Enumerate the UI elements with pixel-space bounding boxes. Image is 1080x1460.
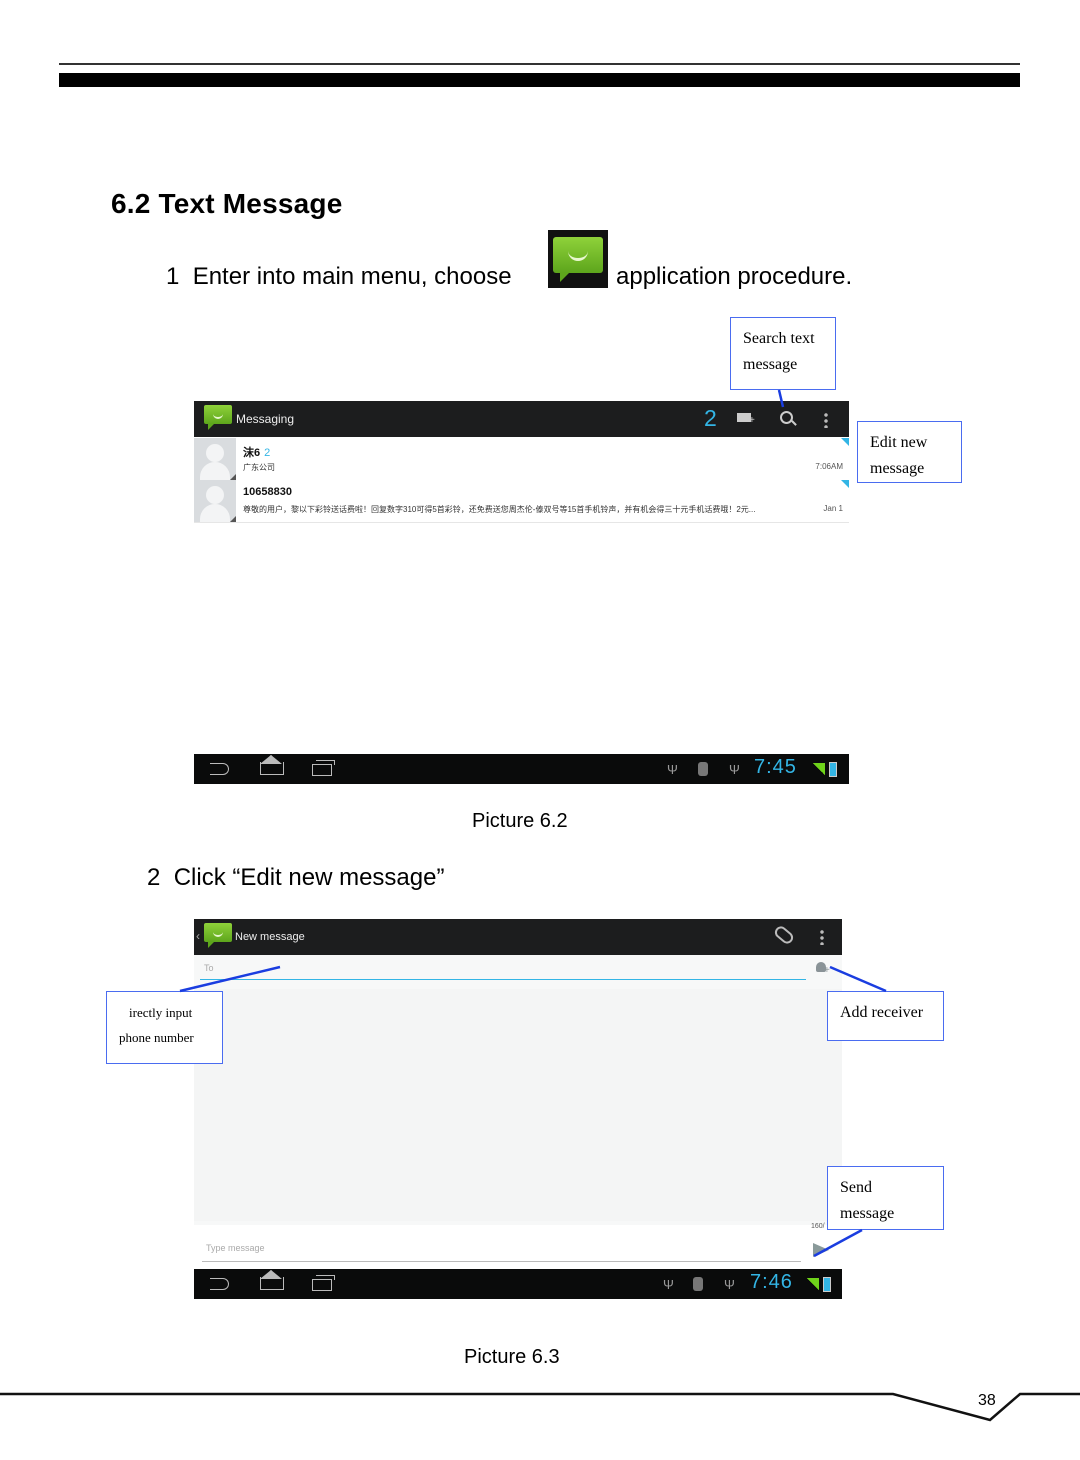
screen-title: New message — [235, 931, 305, 943]
callout-send-message: Send message — [827, 1166, 944, 1230]
compose-area — [194, 989, 842, 1221]
conversation-item[interactable]: 沫6 2 广东公司 7:06AM — [194, 438, 849, 481]
step-number: 2 — [147, 864, 161, 891]
conversation-time: Jan 1 — [823, 504, 843, 513]
overflow-menu-icon[interactable] — [820, 929, 824, 945]
conversation-name: 10658830 — [243, 486, 292, 498]
usb-icon: Ψ — [663, 1277, 674, 1292]
app-title: Messaging — [236, 412, 295, 426]
messaging-app-icon — [204, 405, 232, 430]
home-icon[interactable] — [260, 762, 284, 775]
unread-flag-icon — [841, 438, 849, 446]
signal-icon — [807, 1278, 819, 1290]
avatar — [194, 480, 236, 522]
recent-apps-icon[interactable] — [312, 760, 335, 776]
step-1-continuation: application procedure. — [616, 263, 853, 290]
clock: 7:45 — [754, 756, 797, 778]
action-bar: Messaging 2 — [194, 401, 849, 437]
overflow-menu-icon[interactable] — [824, 412, 828, 428]
callout-search-text-message: Search text message — [730, 317, 836, 390]
system-nav-bar: Ψ Ψ 7:46 — [194, 1269, 842, 1299]
send-icon[interactable] — [813, 1243, 829, 1257]
unread-flag-icon — [841, 480, 849, 488]
search-icon[interactable] — [780, 411, 793, 424]
attach-icon[interactable] — [772, 923, 796, 947]
conversation-item[interactable]: 10658830 尊敬的用户，黎以下彩铃送话费啦！回复数字310可得5首彩铃，还… — [194, 480, 849, 523]
callout-direct-input: irectly input phone number — [106, 991, 223, 1064]
avatar — [194, 438, 236, 480]
step-number: 1 — [166, 263, 180, 290]
message-count: 2 — [264, 447, 271, 459]
conversation-snippet: 尊敬的用户，黎以下彩铃送话费啦！回复数字310可得5首彩铃，还免费送您周杰伦-傣… — [243, 505, 756, 514]
picture-caption: Picture 6.3 — [464, 1346, 560, 1368]
action-bar: ‹ New message — [194, 919, 842, 955]
add-receiver-icon[interactable] — [816, 962, 830, 976]
page-number: 38 — [978, 1392, 996, 1409]
battery-icon — [829, 762, 837, 777]
messaging-app-icon — [204, 923, 232, 948]
back-icon[interactable] — [210, 1278, 229, 1290]
messaging-app-icon — [548, 230, 608, 288]
compose-icon[interactable] — [737, 413, 755, 426]
picture-caption: Picture 6.2 — [472, 810, 568, 832]
message-input[interactable]: Type message — [202, 1243, 801, 1262]
battery-icon — [823, 1277, 831, 1292]
header-rule-thick — [59, 73, 1020, 87]
home-icon[interactable] — [260, 1277, 284, 1290]
debug-icon — [698, 762, 708, 776]
usb-icon: Ψ — [667, 762, 678, 777]
up-navigation-icon[interactable]: ‹ — [196, 929, 200, 943]
section-title: 6.2 Text Message — [111, 188, 343, 219]
char-counter: 160/ — [811, 1223, 825, 1230]
to-field[interactable]: To — [200, 963, 806, 980]
conversation-time: 7:06AM — [815, 462, 843, 471]
debug-icon — [693, 1277, 703, 1291]
clock: 7:46 — [750, 1271, 793, 1293]
conversation-name: 沫6 2 — [243, 447, 271, 459]
recent-apps-icon[interactable] — [312, 1275, 335, 1291]
step-text: Click “Edit new message” — [173, 864, 445, 891]
system-nav-bar: Ψ Ψ 7:45 — [194, 754, 849, 784]
usb-icon: Ψ — [729, 762, 740, 777]
footer-rule — [0, 1392, 1080, 1422]
header-rule-thin — [59, 63, 1020, 65]
signal-icon — [813, 763, 825, 775]
messaging-screenshot: Messaging 2 沫62 广东公司 7:06AM 10658830 尊敬的… — [194, 401, 849, 523]
step-1: 1 Enter into main menu, choose — [166, 263, 512, 291]
unread-count: 2 — [704, 405, 717, 431]
new-message-screenshot: ‹ New message To 160/ Type message — [194, 919, 842, 1269]
conversation-snippet: 广东公司 — [243, 463, 275, 472]
usb-icon: Ψ — [724, 1277, 735, 1292]
step-2: 2 Click “Edit new message” — [147, 864, 444, 892]
callout-edit-new-message: Edit new message — [857, 421, 962, 483]
callout-add-receiver: Add receiver — [827, 991, 944, 1041]
step-text: Enter into main menu, choose — [192, 263, 512, 290]
back-icon[interactable] — [210, 763, 229, 775]
